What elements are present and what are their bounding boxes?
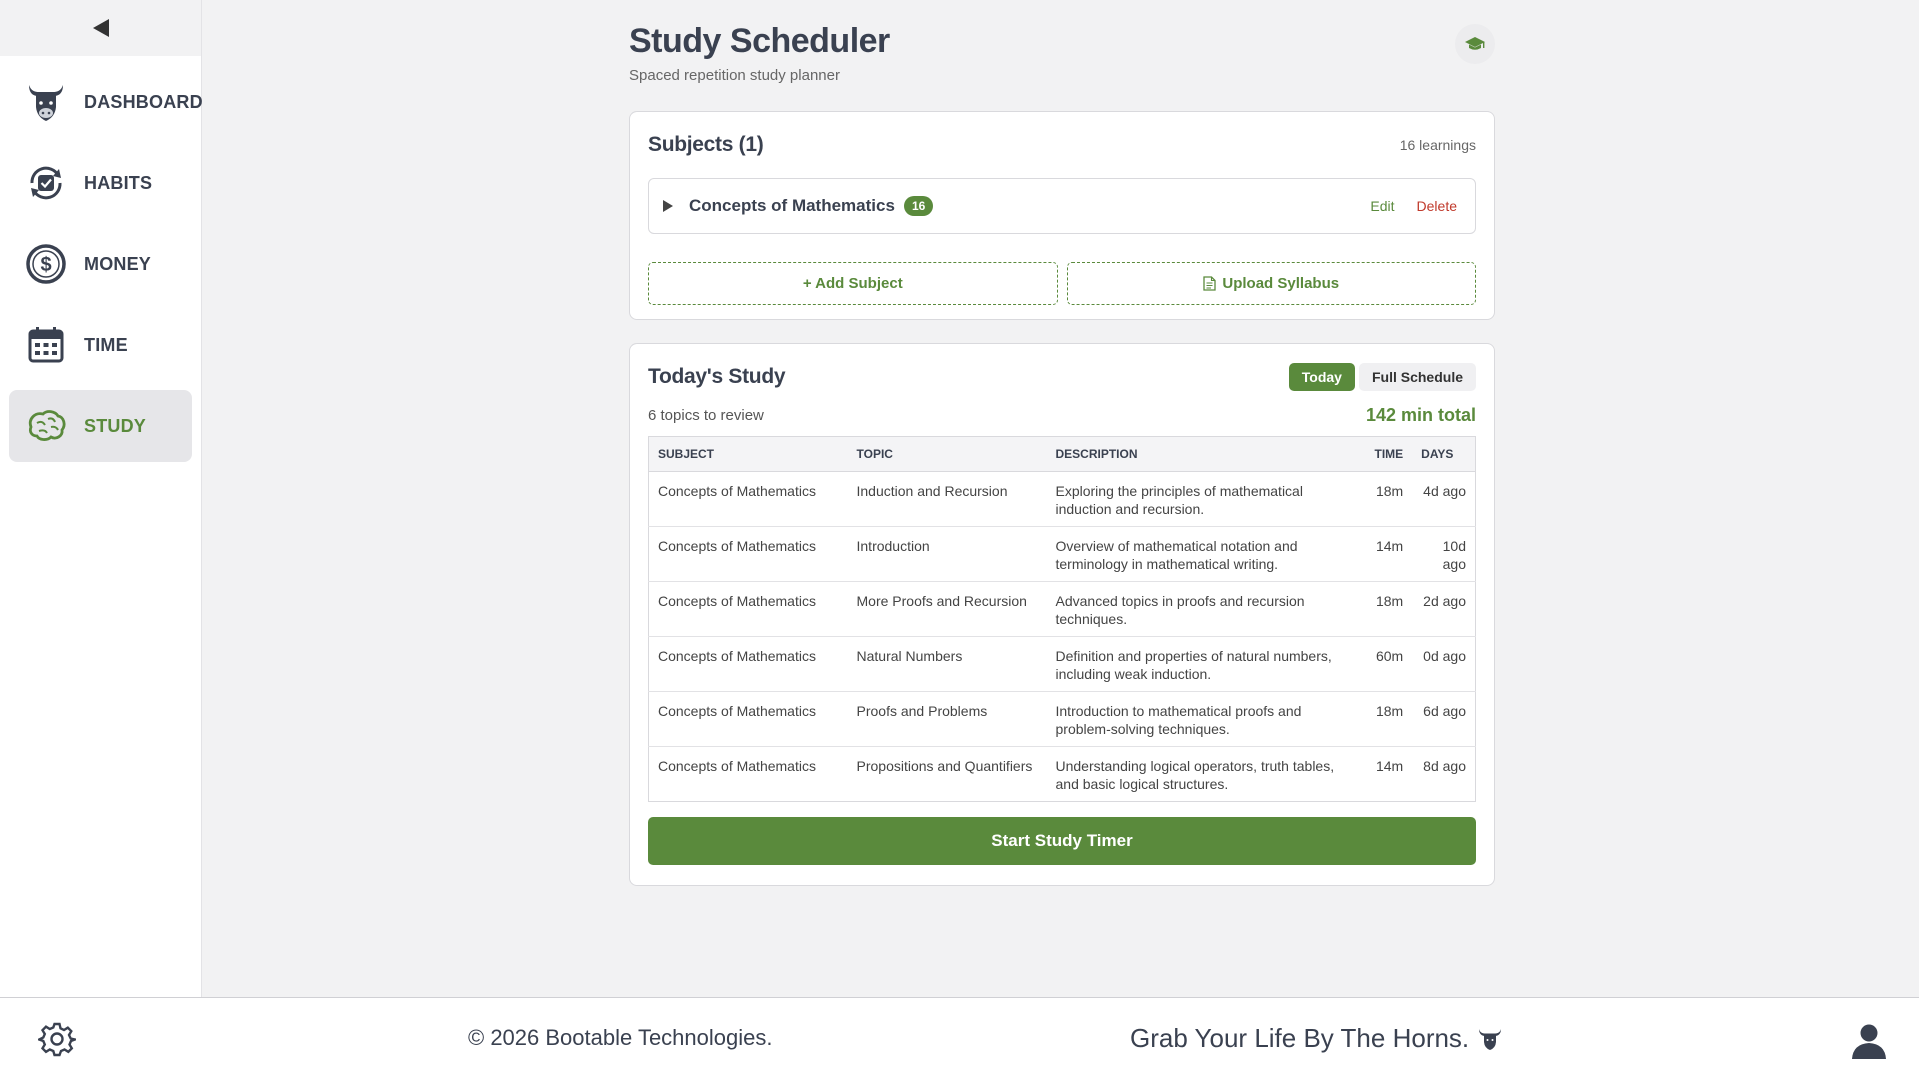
sidebar-item-label: STUDY <box>84 415 147 436</box>
collapse-arrow-icon <box>92 19 109 37</box>
sidebar-collapse-button[interactable] <box>0 0 201 56</box>
graduation-cap-icon <box>1465 37 1485 50</box>
brain-icon <box>23 403 69 449</box>
cell-description: Definition and properties of natural num… <box>1046 636 1366 692</box>
sidebar-item-habits[interactable]: HABITS <box>9 147 192 219</box>
user-profile-icon[interactable] <box>1849 1020 1889 1060</box>
tagline-text: Grab Your Life By The Horns. <box>1130 1023 1470 1053</box>
document-icon <box>1203 276 1217 291</box>
cell-time: 18m <box>1365 691 1413 747</box>
cell-description: Overview of mathematical notation and te… <box>1046 526 1366 582</box>
calendar-icon <box>23 322 69 368</box>
subjects-card: Subjects (1) 16 learnings Concepts of Ma… <box>629 111 1495 320</box>
footer: © 2026 Bootable Technologies. Grab Your … <box>0 997 1919 1079</box>
sidebar: DASHBOARD HABITS $ MONEY TIME STUDY <box>0 0 203 997</box>
cell-description: Advanced topics in proofs and recursion … <box>1046 581 1366 637</box>
sidebar-item-dashboard[interactable]: DASHBOARD <box>9 66 203 138</box>
sidebar-item-label: MONEY <box>84 253 152 274</box>
column-header-subject: SUBJECT <box>648 436 848 472</box>
cell-days: 4d ago <box>1412 471 1476 527</box>
page-title: Study Scheduler <box>629 22 890 60</box>
cell-time: 18m <box>1365 471 1413 527</box>
cell-topic: Propositions and Quantifiers <box>856 758 1033 774</box>
table-row[interactable]: Concepts of Mathematics Natural Numbers … <box>648 636 1476 692</box>
topics-count: 6 topics to review <box>648 406 764 424</box>
add-subject-label: + Add Subject <box>802 275 903 292</box>
learnings-count: 16 learnings <box>1399 137 1476 153</box>
table-row[interactable]: Concepts of Mathematics Introduction Ove… <box>648 526 1476 582</box>
sidebar-item-money[interactable]: $ MONEY <box>9 228 192 300</box>
start-study-timer-button[interactable]: Start Study Timer <box>648 817 1476 865</box>
habit-cycle-icon <box>23 160 69 206</box>
edit-subject-button[interactable]: Edit <box>1370 198 1394 214</box>
tab-full-schedule[interactable]: Full Schedule <box>1358 363 1476 391</box>
cell-topic: Introduction <box>847 526 1047 582</box>
cell-time: 14m <box>1365 526 1413 582</box>
cell-description: Exploring the principles of mathematical… <box>1046 471 1366 527</box>
delete-subject-button[interactable]: Delete <box>1417 198 1457 214</box>
cell-subject: Concepts of Mathematics <box>648 691 848 747</box>
cell-topic: Induction and Recursion <box>847 471 1047 527</box>
cell-description: Introduction to mathematical proofs and … <box>1046 691 1366 747</box>
table-row[interactable]: Concepts of Mathematics Proofs and Probl… <box>648 691 1476 747</box>
cell-subject: Concepts of Mathematics <box>648 636 848 692</box>
cell-topic: More Proofs and Recursion <box>847 581 1047 637</box>
expand-arrow-icon[interactable] <box>663 200 673 212</box>
tab-today[interactable]: Today <box>1288 363 1355 391</box>
table-row[interactable]: Concepts of Mathematics Propositions and… <box>649 747 1476 802</box>
tagline: Grab Your Life By The Horns. <box>1130 1023 1503 1054</box>
settings-gear-icon[interactable] <box>36 1020 80 1058</box>
cell-days: 10d ago <box>1412 526 1476 582</box>
sidebar-item-label: DASHBOARD <box>84 91 203 112</box>
cell-days: 2d ago <box>1412 581 1476 637</box>
cell-time: 60m <box>1365 636 1413 692</box>
column-header-description: DESCRIPTION <box>1046 436 1366 472</box>
table-row[interactable]: Concepts of Mathematics More Proofs and … <box>648 581 1476 637</box>
cell-subject: Concepts of Mathematics <box>648 471 848 527</box>
cell-topic: Natural Numbers <box>847 636 1047 692</box>
bull-icon <box>23 79 69 125</box>
sidebar-item-time[interactable]: TIME <box>9 309 192 381</box>
copyright-text: © 2026 Bootable Technologies. <box>468 1025 773 1050</box>
cell-subject: Concepts of Mathematics <box>658 758 816 774</box>
todays-study-card: Today's Study Today Full Schedule 6 topi… <box>629 343 1495 886</box>
cell-description: Understanding logical operators, truth t… <box>1055 758 1335 792</box>
sidebar-item-label: HABITS <box>84 172 153 193</box>
cell-time: 14m <box>1375 758 1404 774</box>
subject-name[interactable]: Concepts of Mathematics <box>689 196 895 216</box>
cell-topic: Proofs and Problems <box>847 691 1047 747</box>
cell-subject: Concepts of Mathematics <box>648 526 848 582</box>
add-subject-button[interactable]: + Add Subject <box>648 262 1058 305</box>
sidebar-nav: DASHBOARD HABITS $ MONEY TIME STUDY <box>0 56 203 481</box>
subject-count-badge: 16 <box>903 196 934 216</box>
table-row[interactable]: Concepts of Mathematics Induction and Re… <box>648 471 1476 527</box>
cell-days: 8d ago <box>1423 758 1466 774</box>
cell-subject: Concepts of Mathematics <box>648 581 848 637</box>
table-header-row: SUBJECT TOPIC DESCRIPTION TIME DAYS <box>648 436 1476 472</box>
column-header-time: TIME <box>1365 436 1413 472</box>
sidebar-item-study[interactable]: STUDY <box>9 390 192 462</box>
total-minutes: 142 min total <box>1365 404 1476 425</box>
cell-days: 6d ago <box>1412 691 1476 747</box>
subjects-title: Subjects (1) <box>648 133 764 156</box>
dollar-icon: $ <box>23 241 69 287</box>
subject-row: Concepts of Mathematics 16 Edit Delete <box>648 178 1476 234</box>
page-header: Study Scheduler Spaced repetition study … <box>629 22 1495 84</box>
upload-syllabus-label: Upload Syllabus <box>1222 275 1340 292</box>
view-toggle: Today Full Schedule <box>1288 363 1476 391</box>
upload-syllabus-button[interactable]: Upload Syllabus <box>1066 262 1476 305</box>
bull-logo-icon <box>1479 1028 1502 1050</box>
svg-text:$: $ <box>40 254 51 276</box>
sidebar-item-label: TIME <box>84 334 128 355</box>
column-header-topic: TOPIC <box>847 436 1047 472</box>
main-content: Study Scheduler Spaced repetition study … <box>203 0 1919 997</box>
cell-days: 0d ago <box>1412 636 1476 692</box>
study-table: SUBJECT TOPIC DESCRIPTION TIME DAYS Conc… <box>648 436 1476 802</box>
column-header-days: DAYS <box>1412 436 1476 472</box>
page-subtitle: Spaced repetition study planner <box>629 67 840 84</box>
cell-time: 18m <box>1365 581 1413 637</box>
todays-study-title: Today's Study <box>648 365 786 388</box>
graduation-cap-button[interactable] <box>1455 24 1495 64</box>
